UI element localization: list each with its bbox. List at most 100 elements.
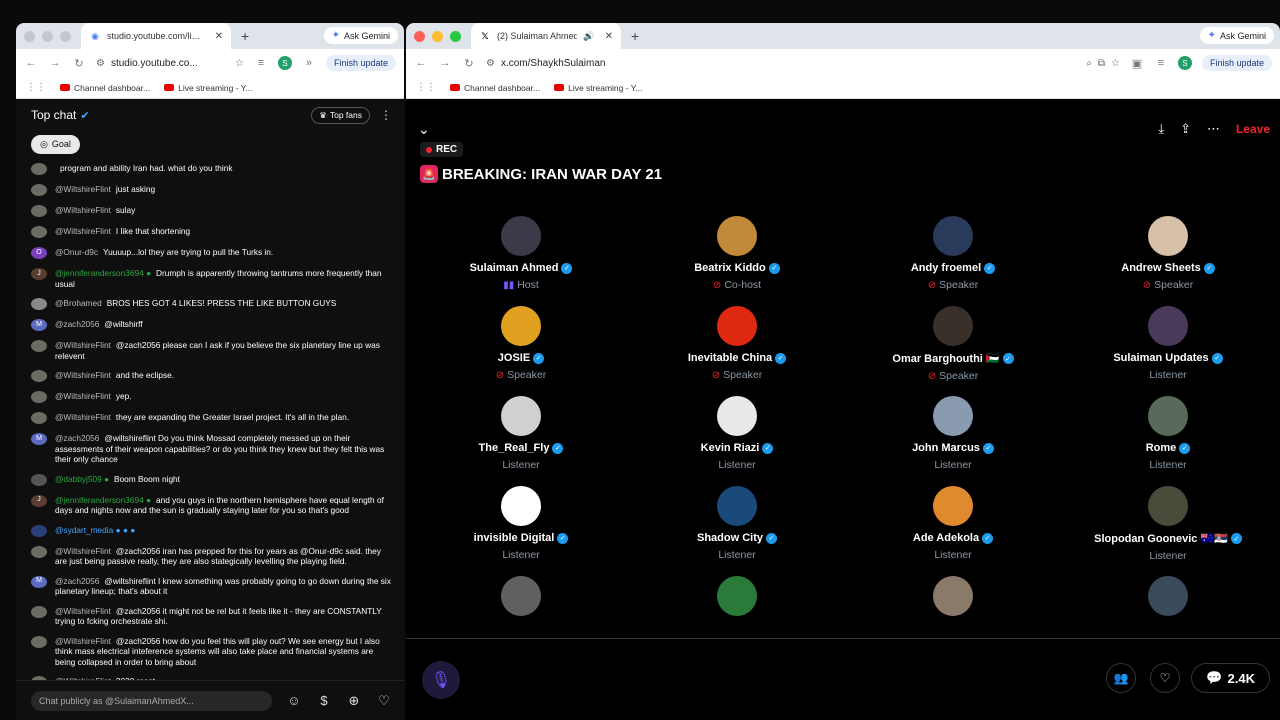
participant[interactable]: JOSIE ✓ ⊘ Speaker (421, 306, 621, 381)
react-button[interactable]: ♡ (1150, 663, 1180, 693)
participant-avatar[interactable] (933, 306, 973, 346)
profile-avatar[interactable]: S (277, 56, 292, 70)
minimize-space-icon[interactable]: ⤓ (1158, 121, 1164, 137)
back-icon[interactable]: ← (24, 57, 38, 69)
site-settings-icon[interactable]: ⚙ (96, 58, 105, 69)
close-window-button[interactable] (414, 30, 425, 42)
participant-avatar[interactable] (501, 306, 541, 346)
message-author[interactable]: @dabbyj509 ● (55, 474, 109, 484)
finish-update-button[interactable]: Finish update (325, 55, 396, 71)
more-tools-icon[interactable]: » (302, 57, 316, 69)
ask-gemini-button[interactable]: ✦ Ask Gemini (1199, 27, 1274, 44)
avatar[interactable]: O (31, 247, 47, 259)
message-author[interactable]: @jenniferanderson3694 ● (55, 268, 151, 278)
avatar[interactable] (31, 391, 47, 403)
participant[interactable]: Sulaiman Ahmed ✓ ▮▮ Host (421, 216, 621, 291)
address-bar[interactable]: ⚙ x.com/ShaykhSulaiman ⌕ ⧉ ☆ (486, 58, 1120, 69)
participant-avatar[interactable] (501, 576, 541, 616)
avatar[interactable] (31, 163, 47, 175)
avatar[interactable] (31, 524, 47, 537)
apps-grid-icon[interactable]: ⋮⋮ (416, 82, 436, 93)
add-icon[interactable]: ⊕ (346, 693, 362, 709)
site-settings-icon[interactable]: ⚙ (486, 58, 495, 69)
participant[interactable] (421, 576, 621, 616)
participant[interactable]: The_Real_Fly ✓ Listener (421, 396, 621, 471)
address-bar[interactable]: ⚙ studio.youtube.co... ☆ (96, 58, 244, 69)
tab-youtube-live-chat[interactable]: ◉ studio.youtube.com/live_chat ✕ (81, 23, 231, 49)
profile-avatar[interactable]: S (1177, 56, 1192, 70)
participant-avatar[interactable] (501, 216, 541, 256)
message-author[interactable]: @WiltshireFlint (55, 205, 111, 215)
message-author[interactable]: @Brohamed (55, 298, 102, 308)
participant-avatar[interactable] (717, 396, 757, 436)
reload-icon[interactable]: ↻ (462, 57, 476, 70)
bookmark-star-icon[interactable]: ☆ (1111, 58, 1120, 69)
chat-message-list[interactable]: program and ability Iran had. what do yo… (16, 159, 404, 682)
participant[interactable] (1068, 576, 1268, 616)
avatar[interactable]: J (31, 268, 47, 280)
avatar[interactable] (31, 545, 47, 558)
top-chat-dropdown[interactable]: Top chat ✔ (31, 108, 90, 122)
replies-button[interactable]: 💬 2.4K (1191, 663, 1270, 693)
speaker-icon[interactable]: 🔊 (583, 31, 594, 42)
participant[interactable]: John Marcus ✓ Listener (853, 396, 1053, 471)
participant[interactable]: Omar Barghouthi 🇵🇸 ✓ ⊘ Speaker (853, 306, 1053, 382)
chat-input[interactable]: Chat publicly as @SulaimanAhmedX... (31, 690, 272, 711)
participant[interactable]: Andy froemel ✓ ⊘ Speaker (853, 216, 1053, 291)
message-author[interactable]: @WiltshireFlint (55, 412, 111, 422)
message-author[interactable]: @WiltshireFlint (55, 340, 111, 350)
participant[interactable]: invisible Digital ✓ Listener (421, 486, 621, 561)
close-window-button[interactable] (24, 30, 35, 42)
participant-avatar[interactable] (933, 396, 973, 436)
message-author[interactable]: @zach2056 (55, 433, 99, 443)
bookmark-live-streaming[interactable]: Live streaming - Y... (554, 83, 642, 93)
participant-avatar[interactable] (1148, 216, 1188, 256)
goal-button[interactable]: ◎ Goal (31, 134, 80, 154)
maximize-window-button[interactable] (60, 30, 71, 42)
maximize-window-button[interactable] (450, 30, 461, 42)
participant[interactable]: Rome ✓ Listener (1068, 396, 1268, 471)
avatar[interactable] (31, 370, 47, 382)
super-chat-icon[interactable]: $ (316, 693, 332, 708)
participant[interactable]: Slopodan Goonevic 🇦🇺🇷🇸 ✓ Listener (1068, 486, 1268, 562)
new-tab-button[interactable]: + (231, 28, 259, 44)
top-fans-button[interactable]: ♛ Top fans (311, 106, 370, 124)
message-author[interactable]: @WiltshireFlint (55, 370, 111, 380)
participant-avatar[interactable] (933, 576, 973, 616)
emoji-icon[interactable]: ☺ (286, 693, 302, 708)
avatar[interactable]: M (31, 319, 47, 331)
participant-avatar[interactable] (1148, 306, 1188, 346)
more-options-icon[interactable]: ⋮ (380, 108, 392, 122)
avatar[interactable] (31, 340, 47, 352)
participant[interactable] (853, 576, 1053, 616)
microphone-button[interactable]: 🎙 (422, 661, 460, 699)
message-author[interactable]: @WiltshireFlint (55, 226, 111, 236)
ask-gemini-button[interactable]: ✦ Ask Gemini (323, 27, 398, 44)
install-icon[interactable]: ⧉ (1098, 58, 1105, 69)
chevron-down-icon[interactable]: ⌄ (418, 121, 430, 138)
forward-icon[interactable]: → (48, 57, 62, 69)
more-options-icon[interactable]: ⋯ (1207, 121, 1220, 137)
finish-update-button[interactable]: Finish update (1201, 55, 1272, 71)
participant-avatar[interactable] (501, 396, 541, 436)
participant[interactable] (637, 576, 837, 616)
avatar[interactable]: J (31, 494, 47, 507)
avatar[interactable] (31, 412, 47, 424)
participant-avatar[interactable] (933, 216, 973, 256)
avatar[interactable] (31, 298, 47, 310)
message-author[interactable]: @WiltshireFlint (55, 606, 111, 616)
participant[interactable]: Inevitable China ✓ ⊘ Speaker (637, 306, 837, 381)
participant-avatar[interactable] (501, 486, 541, 526)
zoom-icon[interactable]: ⌕ (1086, 58, 1092, 69)
participant[interactable]: Sulaiman Updates ✓ Listener (1068, 306, 1268, 381)
bookmark-star-icon[interactable]: ☆ (235, 58, 244, 69)
participant-avatar[interactable] (717, 216, 757, 256)
message-author[interactable]: @zach2056 (55, 319, 99, 329)
avatar[interactable]: M (31, 575, 47, 588)
participant[interactable]: Shadow City ✓ Listener (637, 486, 837, 561)
participant-avatar[interactable] (933, 486, 973, 526)
close-tab-icon[interactable]: ✕ (215, 31, 223, 42)
new-tab-button[interactable]: + (621, 28, 649, 44)
close-tab-icon[interactable]: ✕ (605, 31, 613, 42)
minimize-window-button[interactable] (42, 30, 53, 42)
